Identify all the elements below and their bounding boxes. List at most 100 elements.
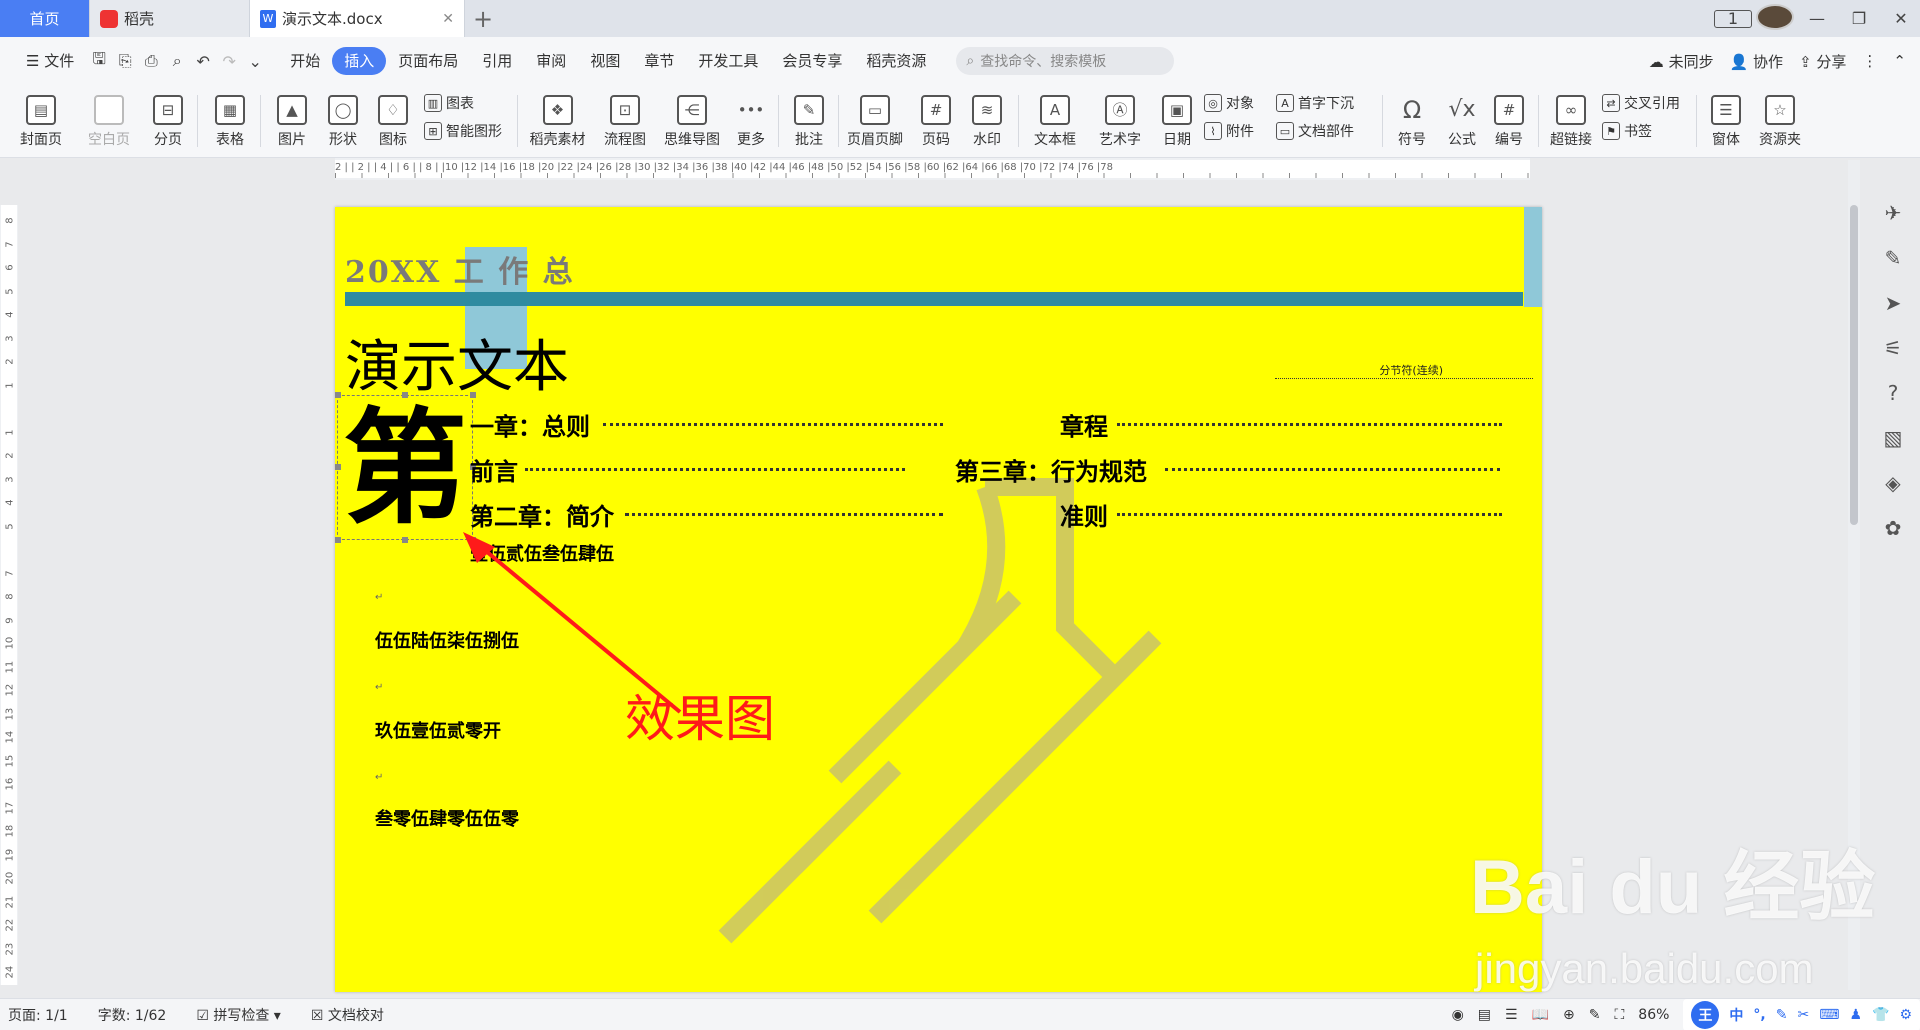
menu-review[interactable]: 审阅 <box>524 47 578 75</box>
icon-button[interactable]: ♢ 图标 <box>368 85 418 158</box>
minimize-button[interactable]: — <box>1798 9 1836 28</box>
redo-icon[interactable]: ↷ <box>216 52 242 71</box>
write-view-icon[interactable]: ✎ <box>1589 1007 1601 1023</box>
close-window-button[interactable]: ✕ <box>1882 9 1920 28</box>
web-view-icon[interactable]: ⊕ <box>1563 1007 1575 1023</box>
collapse-ribbon-icon[interactable]: ⌃ <box>1893 52 1906 70</box>
read-view-icon[interactable]: 📖 <box>1532 1007 1549 1023</box>
tab-daoke[interactable]: 稻壳 <box>90 0 250 37</box>
flowchart-button[interactable]: ⊡ 流程图 <box>595 85 655 158</box>
horizontal-ruler[interactable]: 2 | | 2 | | 4 | | 6 | | 8 | |10 |12 |14 … <box>335 158 1530 180</box>
command-search-input[interactable]: ⌕ 查找命令、搜索模板 <box>956 47 1175 75</box>
header-text[interactable]: 20XX 工 作 总 <box>345 247 575 291</box>
eye-icon[interactable]: ◉ <box>1452 1007 1464 1023</box>
menu-daoke-resource[interactable]: 稻壳资源 <box>854 47 938 75</box>
collab-button[interactable]: 👤 协作 <box>1730 51 1783 72</box>
preview-icon[interactable]: ⌕ <box>164 51 190 71</box>
docparts-button[interactable]: ▭ 文档部件 <box>1276 121 1354 141</box>
ime-user-icon[interactable]: ♟ <box>1849 1007 1862 1023</box>
menu-layout[interactable]: 页面布局 <box>386 47 470 75</box>
file-menu[interactable]: ☰ 文件 <box>14 47 86 75</box>
header-teal-bar[interactable] <box>345 292 1523 306</box>
watermark-button[interactable]: ≋ 水印 <box>962 85 1012 158</box>
textbox-button[interactable]: A 文本框 <box>1025 85 1085 158</box>
pen-icon[interactable]: ✎ <box>1866 235 1920 280</box>
smartart-button[interactable]: ⊞ 智能图形 <box>424 121 502 141</box>
menu-section[interactable]: 章节 <box>632 47 686 75</box>
table-button[interactable]: ▦ 表格 <box>205 85 255 158</box>
resize-handle[interactable] <box>402 537 408 543</box>
unsync-button[interactable]: ☁ 未同步 <box>1649 51 1714 72</box>
rocket-icon[interactable]: ✈ <box>1866 190 1920 235</box>
ime-pen-icon[interactable]: ✎ <box>1776 1007 1788 1023</box>
dropcap-char[interactable]: 第 <box>337 395 473 541</box>
resize-handle[interactable] <box>335 392 341 398</box>
export-icon[interactable]: ⎘ <box>112 51 138 71</box>
ime-toolbar[interactable]: 王 中 °, ✎ ✂ ⌨ ♟ 👕 ⚙ <box>1683 998 1920 1030</box>
cursor-icon[interactable]: ➤ <box>1866 280 1920 325</box>
ime-keyboard-icon[interactable]: ⌨ <box>1819 1007 1839 1023</box>
help-icon[interactable]: ? <box>1866 370 1920 415</box>
menu-developer[interactable]: 开发工具 <box>686 47 770 75</box>
sliders-icon[interactable]: ⚟ <box>1866 325 1920 370</box>
print-icon[interactable]: ⎙ <box>138 51 164 71</box>
image-edit-icon[interactable]: ▧ <box>1866 415 1920 460</box>
share-button[interactable]: ⇪ 分享 <box>1799 51 1846 72</box>
hyperlink-button[interactable]: ∞ 超链接 <box>1544 85 1598 158</box>
more-options-icon[interactable]: ⋮ <box>1862 52 1877 70</box>
page-break-button[interactable]: ⊟ 分页 <box>143 85 193 158</box>
cover-page-button[interactable]: ▤ 封面页 <box>10 85 72 158</box>
object-button[interactable]: ◎ 对象 <box>1204 93 1254 113</box>
symbol-button[interactable]: Ω 符号 <box>1388 85 1436 158</box>
menu-start[interactable]: 开始 <box>278 47 332 75</box>
zoom-level[interactable]: 86% <box>1638 1007 1669 1023</box>
ime-logo-icon[interactable]: 王 <box>1691 1000 1720 1029</box>
ime-settings-icon[interactable]: ⚙ <box>1899 1007 1912 1023</box>
fit-page-icon[interactable]: ⛶ <box>1614 1007 1624 1023</box>
doc-proof-button[interactable]: ☒ 文档校对 <box>311 1005 384 1025</box>
page-number-button[interactable]: # 页码 <box>912 85 960 158</box>
chart-button[interactable]: ▥ 图表 <box>424 93 474 113</box>
resize-handle[interactable] <box>402 392 408 398</box>
bookmark-button[interactable]: ⚑ 书签 <box>1602 121 1652 141</box>
resize-handle[interactable] <box>335 537 341 543</box>
menu-member[interactable]: 会员专享 <box>770 47 854 75</box>
blank-page-button[interactable]: 空白页 <box>78 85 140 158</box>
close-tab-icon[interactable]: ✕ <box>442 11 454 27</box>
outline-view-icon[interactable]: ☰ <box>1505 1007 1518 1023</box>
page-count[interactable]: 页面: 1/1 <box>8 1005 68 1025</box>
toc-preface[interactable]: 前言 <box>470 452 518 487</box>
dropcap-button[interactable]: A 首字下沉 <box>1276 93 1354 113</box>
word-count[interactable]: 字数: 1/62 <box>98 1005 167 1025</box>
date-button[interactable]: ▣ 日期 <box>1155 85 1199 158</box>
menu-reference[interactable]: 引用 <box>470 47 524 75</box>
crossref-button[interactable]: ⇄ 交叉引用 <box>1602 93 1680 113</box>
undo-icon[interactable]: ↶ <box>190 52 216 71</box>
ime-language[interactable]: 中 <box>1729 1005 1743 1025</box>
menu-insert[interactable]: 插入 <box>332 47 387 75</box>
document-page[interactable]: 20XX 工 作 总 演示文本 分节符(连续) 第 一章：总则 前言 第二章：简… <box>335 207 1542 992</box>
formula-button[interactable]: √x 公式 <box>1438 85 1486 158</box>
more-button[interactable]: ••• 更多 <box>729 85 773 158</box>
vertical-ruler[interactable]: 8 7 6 5 4 3 2 1 1 2 3 4 5 7 8 9 10 11 12 13 14 15 16 17 18 19 20 21… <box>0 205 18 985</box>
header-footer-button[interactable]: ▭ 页眉页脚 <box>843 85 907 158</box>
page-view-icon[interactable]: ▤ <box>1478 1007 1491 1023</box>
customize-chevron-icon[interactable]: ⌄ <box>242 52 268 71</box>
menu-view[interactable]: 视图 <box>578 47 632 75</box>
page-badge-icon[interactable]: 1 <box>1714 9 1752 28</box>
numbering-button[interactable]: # 编号 <box>1486 85 1532 158</box>
mindmap-button[interactable]: ⋲ 思维导图 <box>658 85 726 158</box>
toc-chapter1[interactable]: 一章：总则 <box>470 407 590 442</box>
avatar[interactable] <box>1756 3 1794 34</box>
comment-button[interactable]: ✎ 批注 <box>785 85 833 158</box>
resource-folder-button[interactable]: ☆ 资源夹 <box>1752 85 1808 158</box>
paragraph-line[interactable]: 叁零伍肆零伍伍零 <box>375 805 519 831</box>
resize-handle[interactable] <box>335 464 341 470</box>
tab-home[interactable]: 首页 <box>0 0 90 37</box>
wordart-button[interactable]: Ⓐ 艺术字 <box>1090 85 1150 158</box>
ime-shirt-icon[interactable]: 👕 <box>1872 1007 1889 1023</box>
ime-scissors-icon[interactable]: ✂ <box>1797 1007 1809 1023</box>
toc-rules[interactable]: 章程 <box>1060 407 1108 442</box>
material-button[interactable]: ❖ 稻壳素材 <box>525 85 590 158</box>
compass-icon[interactable]: ◈ <box>1866 460 1920 505</box>
